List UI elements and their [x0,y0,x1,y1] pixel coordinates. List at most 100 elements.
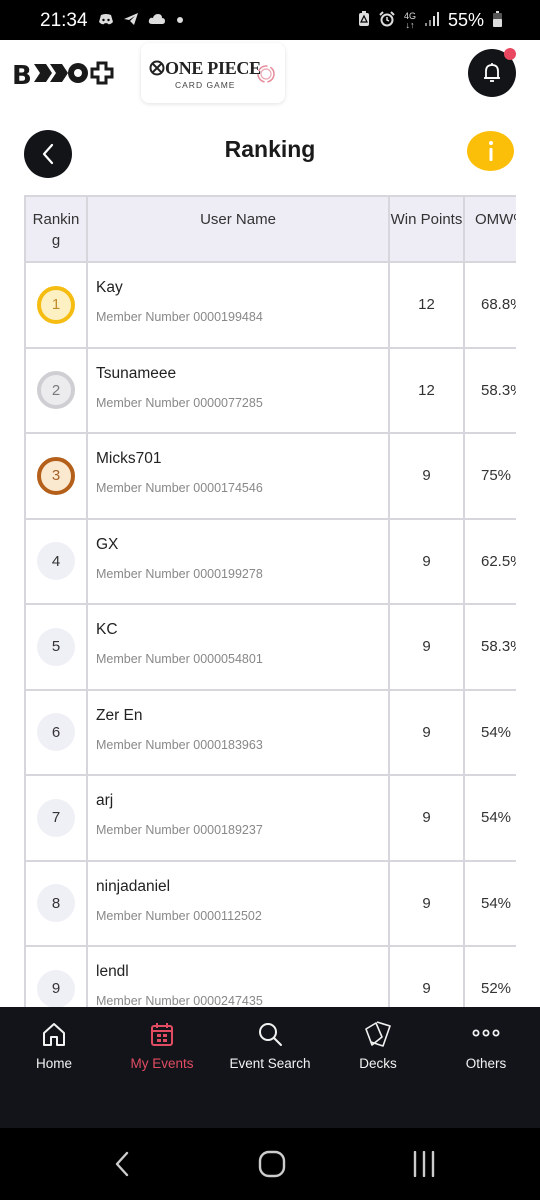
win-points-cell: 9 [388,688,465,776]
rank-badge: 7 [37,798,75,837]
nav-decks[interactable]: Decks [324,1007,432,1087]
page-title: Ranking [224,136,316,162]
rank-cell: 6 [24,688,88,776]
rank-cell: 9 [24,945,88,1007]
column-header-win-points: Win Points [388,195,465,263]
info-button[interactable] [467,131,514,171]
notification-dot-icon [175,13,185,29]
rank-badge: 8 [37,884,75,923]
user-name[interactable]: Kay [96,279,388,297]
user-name[interactable]: Micks701 [96,450,388,468]
user-cell: Tsunameee Member Number 0000077285 [86,346,390,434]
rank-badge: 2 [37,371,75,410]
rank-cell: 3 [24,432,88,520]
user-cell: Zer En Member Number 0000183963 [86,688,390,776]
game-title: ONE PIECE [149,58,261,79]
user-name[interactable]: arj [96,792,388,810]
system-back-icon [115,1151,129,1177]
user-name[interactable]: Tsunameee [96,365,388,383]
rank-cell: 8 [24,859,88,947]
nav-my-events-label: My Events [130,1056,194,1071]
table-row[interactable]: 5 KC Member Number 0000054801 958.3% [24,603,516,691]
omw-cell: 54% [463,859,516,947]
user-name[interactable]: lendl [96,963,388,981]
system-back-button[interactable] [102,1148,142,1180]
win-points-cell: 9 [388,945,465,1007]
status-time: 21:34 [40,10,88,31]
table-row[interactable]: 6 Zer En Member Number 0000183963 9 54% [24,688,516,776]
one-piece-game-selector[interactable]: ONE PIECE CARD GAME [141,43,285,103]
table-row[interactable]: 4 GX Member Number 0000199278 962.5% [24,517,516,605]
table-row[interactable]: 1 Kay Member Number 0000199484 1268.8% [24,261,516,349]
info-icon [488,141,493,161]
nav-home-label: Home [35,1056,72,1071]
member-number: Member Number 0000247435 [96,994,263,1007]
switch-game-icon[interactable] [256,64,276,84]
bottom-navigation: Home My Events Event Search Decks Others [0,1007,540,1128]
nav-others-label: Others [465,1056,507,1071]
user-name[interactable]: ninjadaniel [96,878,388,896]
more-icon [472,1029,500,1037]
rank-cell: 2 [24,346,88,434]
table-header-row: Ranking User Name Win Points OMW% [24,195,516,263]
rank-badge: 9 [37,969,75,1007]
member-number: Member Number 0000112502 [96,908,262,923]
bcg-plus-logo[interactable]: B [12,56,118,91]
nav-others[interactable]: Others [432,1007,540,1087]
omw-cell: 68.8% [463,261,516,349]
win-points-cell: 9 [388,859,465,947]
signal-icon [424,11,439,30]
system-navigation-bar [0,1128,540,1200]
rank-badge: 5 [37,627,75,666]
rank-badge: 1 [37,285,75,324]
member-number: Member Number 0000174546 [96,481,263,496]
user-cell: ninjadaniel Member Number 0000112502 [86,859,390,947]
system-home-button[interactable] [252,1148,292,1180]
nav-my-events[interactable]: My Events [108,1007,216,1087]
table-row[interactable]: 3 Micks701 Member Number 0000174546 9 75% [24,432,516,520]
member-number: Member Number 0000199278 [96,566,263,581]
rank-badge: 4 [37,542,75,581]
home-icon [43,1023,65,1046]
system-home-icon [258,1150,286,1178]
member-number: Member Number 0000199484 [96,310,263,325]
ranking-table[interactable]: Ranking User Name Win Points OMW% 1 Kay Me… [24,195,516,1007]
table-row[interactable]: 2 Tsunameee Member Number 0000077285 12 58.3… [24,346,516,434]
user-name[interactable]: Zer En [96,707,388,725]
user-cell: Micks701 Member Number 0000174546 [86,432,390,520]
omw-cell: 54% [463,774,516,862]
nav-home[interactable]: Home [0,1007,108,1087]
member-number: Member Number 0000189237 [96,823,263,838]
omw-cell: 58.3% [463,346,516,434]
member-number: Member Number 0000183963 [96,737,263,752]
rank-cell: 4 [24,517,88,605]
cards-icon [365,1021,391,1047]
table-row[interactable]: 9 lendl Member Number 0000247435 9 52% [24,945,516,1007]
nfc-icon [358,10,370,31]
nav-decks-label: Decks [359,1056,397,1071]
table-row[interactable]: 8 ninjadaniel Member Number 0000112502 9 54% [24,859,516,947]
user-cell: KC Member Number 0000054801 [86,603,390,691]
omw-cell: 52% [463,945,516,1007]
user-name[interactable]: KC [96,621,388,639]
win-points-cell: 12 [388,346,465,434]
win-points-cell: 9 [388,603,465,691]
search-icon [259,1023,282,1046]
column-header-ranking: Ranking [24,195,88,263]
rank-badge: 3 [37,456,75,495]
table-row[interactable]: 7 arj Member Number 0000189237 9 54% [24,774,516,862]
user-name[interactable]: GX [96,536,388,554]
discord-icon [98,13,114,30]
network-4g-icon: 4G ↓↑ [403,10,416,30]
notification-badge [504,48,516,60]
rank-cell: 7 [24,774,88,862]
win-points-cell: 9 [388,774,465,862]
app-header: B ONE PIECE CARD GAME [0,40,540,108]
win-points-cell: 9 [388,432,465,520]
system-recents-button[interactable] [404,1148,444,1180]
user-cell: arj Member Number 0000189237 [86,774,390,862]
member-number: Member Number 0000054801 [96,652,263,667]
column-header-omw: OMW% [463,195,516,263]
nav-event-search[interactable]: Event Search [216,1007,324,1087]
win-points-cell: 9 [388,517,465,605]
